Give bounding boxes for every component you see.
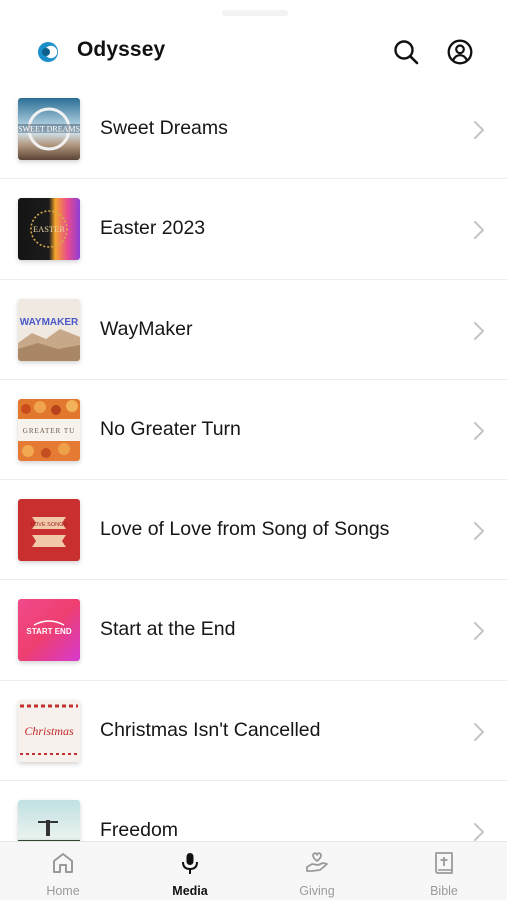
tab-home[interactable]: Home [0,842,126,900]
series-title: WayMaker [100,317,193,340]
chevron-right-icon [474,622,484,641]
tab-giving[interactable]: Giving [254,842,380,900]
chevron-right-icon [474,421,484,440]
account-button[interactable] [444,36,476,68]
tab-label: Giving [299,884,335,898]
list-item[interactable]: WAYMAKER WayMaker [0,280,507,380]
search-icon [394,40,419,65]
list-item[interactable]: SWEET DREAMS Sweet Dreams [0,79,507,180]
app-brand-title: Odyssey [77,38,166,61]
tab-label: Media [172,884,208,898]
series-title: Easter 2023 [100,217,206,240]
series-thumbnail: WAYMAKER [18,298,80,361]
chevron-right-icon [474,321,484,340]
series-thumbnail [18,800,80,841]
series-thumbnail: GREATER TU [18,398,80,461]
list-item[interactable]: LOVE SONGS Love of Love from Song of Son… [0,480,507,581]
series-thumbnail: Christmas [18,699,80,762]
series-title: Christmas Isn't Cancelled [100,718,321,741]
chevron-right-icon [474,522,484,541]
chevron-right-icon [474,121,484,139]
svg-text:EASTER: EASTER [33,224,65,234]
odyssey-logo-icon [38,42,58,62]
list-item[interactable]: EASTER Easter 2023 [0,179,507,280]
list-item[interactable]: GREATER TU No Greater Turn [0,380,507,481]
tab-bible[interactable]: Bible [381,842,507,900]
bible-book-icon [435,852,453,874]
series-title: No Greater Turn [100,417,241,440]
series-thumbnail: EASTER [18,198,80,261]
bottom-tab-bar: Home Media Giving Bible [0,841,507,900]
svg-text:Christmas: Christmas [24,724,74,738]
list-item[interactable]: Christmas Christmas Isn't Cancelled [0,681,507,782]
giving-hand-heart-icon [306,852,328,872]
series-thumbnail: START END [18,599,80,662]
series-thumbnail: SWEET DREAMS [18,98,80,160]
home-icon [53,853,73,873]
status-bar-indicator [222,10,288,16]
chevron-right-icon [474,823,484,841]
chevron-right-icon [474,221,484,240]
list-item[interactable]: START END Start at the End [0,580,507,681]
search-button[interactable] [390,36,422,68]
microphone-icon [182,853,198,874]
tab-media[interactable]: Media [127,842,253,900]
list-item[interactable]: Freedom [0,781,507,841]
series-thumbnail: LOVE SONGS [18,499,80,562]
svg-text:GREATER TU: GREATER TU [23,427,75,435]
series-title: Sweet Dreams [100,117,228,139]
series-title: Love of Love from Song of Songs [100,518,390,541]
svg-text:SWEET DREAMS: SWEET DREAMS [18,125,80,134]
series-title: Start at the End [100,618,236,641]
account-icon [447,39,473,65]
svg-text:START END: START END [26,627,71,636]
top-header: Odyssey [0,0,507,84]
svg-text:WAYMAKER: WAYMAKER [20,317,79,328]
media-series-list: SWEET DREAMS Sweet Dreams EASTER Easter … [0,79,507,841]
app-screen: Odyssey SWEET DREAMS Sweet Dreams EASTER… [0,0,507,900]
chevron-right-icon [474,722,484,741]
series-title: Freedom [100,819,179,841]
tab-label: Home [46,884,80,898]
tab-label: Bible [430,884,458,898]
svg-text:LOVE SONGS: LOVE SONGS [31,522,67,528]
